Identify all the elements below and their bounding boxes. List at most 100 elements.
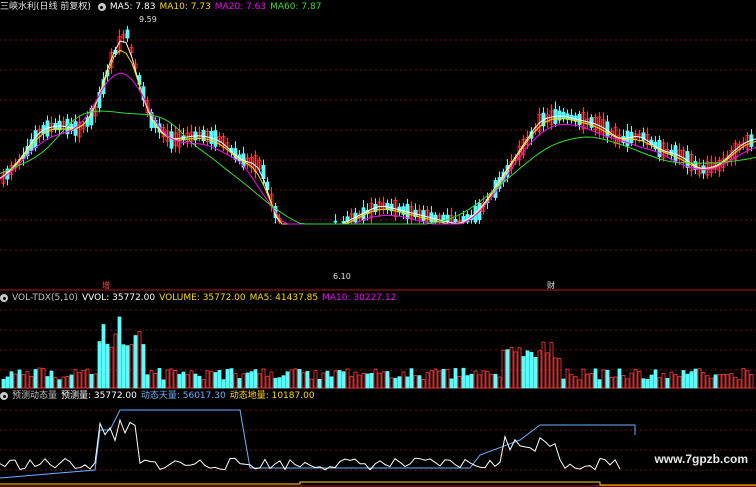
candle-body [169, 131, 174, 149]
volume-bar [9, 371, 14, 389]
volume-bar [129, 344, 134, 389]
volume-bar [605, 369, 610, 389]
volume-bar [309, 378, 314, 389]
ma10-value: MA10: 7.73 [159, 2, 211, 12]
volume-bar [53, 377, 58, 389]
volume-bar [461, 367, 466, 389]
volume-bar [137, 330, 142, 389]
gear-icon[interactable] [0, 392, 8, 400]
volume-bar [453, 368, 458, 389]
volume-bar [657, 377, 662, 389]
volume-bar [57, 379, 62, 389]
volume-bar [373, 368, 378, 389]
volume-bar [645, 379, 650, 389]
volume-bar [705, 375, 710, 389]
volume-bar [101, 324, 106, 389]
dynamic-low-volume-line [0, 481, 756, 486]
volume-bar [617, 368, 622, 389]
volume-bar [457, 375, 462, 389]
volume-bar [289, 369, 294, 389]
volume-bar [77, 372, 82, 389]
volume-bar [525, 350, 530, 389]
ma5-value: MA5: 7.83 [109, 2, 156, 12]
volume-bar [265, 375, 270, 389]
volume-bar [1, 379, 6, 389]
candle-body [333, 220, 338, 223]
volume-bar [169, 368, 174, 389]
high-price-label: 9.59 [139, 15, 157, 24]
volume-bar [369, 373, 374, 389]
volume-bar [593, 368, 598, 389]
volume-bar [685, 373, 690, 389]
volume-bar [133, 335, 138, 389]
volume-bar [433, 368, 438, 389]
volume-bar [125, 345, 130, 389]
volume-bar [585, 373, 590, 389]
volume-bar [201, 379, 206, 389]
volume-bar [689, 371, 694, 389]
volume-bar [533, 357, 538, 389]
volume-bar [285, 371, 290, 389]
volume-bar [61, 376, 66, 389]
volume-bar [217, 369, 222, 389]
dynamic-low-volume-value: 动态地量: 10187.00 [229, 391, 315, 401]
volume-bar [465, 375, 470, 389]
volume-bar [377, 372, 382, 389]
volume-bar [213, 372, 218, 389]
volume-bar [709, 377, 714, 389]
volume-bar [277, 377, 282, 389]
volume-bar [537, 350, 542, 389]
volume-bar [181, 371, 186, 389]
volume-bar [409, 368, 414, 389]
volume-bar [113, 333, 118, 389]
volume-bar [105, 343, 110, 389]
volume-bar [493, 373, 498, 389]
volume-bar [273, 377, 278, 389]
volume-bar [365, 373, 370, 389]
volume-bar [225, 369, 230, 389]
volume-bar [13, 373, 18, 389]
volume-bar [665, 377, 670, 389]
volume-bar [573, 376, 578, 389]
volume-bar [45, 376, 50, 389]
chart-canvas[interactable] [0, 0, 756, 487]
gear-icon[interactable] [97, 3, 106, 11]
volume-bar [73, 369, 78, 389]
volume-bar [329, 376, 334, 389]
volume-bar [93, 373, 98, 389]
volume-bar [417, 375, 422, 389]
volume-bar [637, 371, 642, 389]
volume-bar [21, 374, 26, 389]
candle-body [561, 111, 566, 120]
volume-bar [209, 370, 214, 389]
volume-bar [281, 375, 286, 389]
volume-bar [477, 374, 482, 389]
volume-bar [625, 378, 630, 389]
volume-bar [149, 370, 154, 389]
volume-bar [313, 370, 318, 389]
volume-bar [673, 373, 678, 389]
volume-panel-header: VOL-TDX(5,10) VVOL: 35772.00 VOLUME: 357… [0, 292, 400, 304]
ma20-line [0, 72, 756, 225]
volume-bar [393, 377, 398, 389]
volume-bar [541, 341, 546, 389]
volume-bar [65, 376, 70, 389]
dynamic-high-volume-line [0, 409, 636, 479]
vol-ma10-value: MA10: 30227.12 [322, 293, 397, 303]
volume-bar [621, 374, 626, 389]
volume-bar [749, 373, 754, 389]
vvol-value: VVOL: 35772.00 [82, 293, 156, 303]
gear-icon[interactable] [0, 294, 8, 302]
volume-bar [677, 375, 682, 389]
candle-body [445, 214, 450, 223]
indicator-panel-header: 预测动态量 预测量: 35772.00 动态天量: 56017.30 动态地量:… [0, 390, 319, 402]
volume-bar [357, 374, 362, 389]
volume-bar [205, 370, 210, 389]
volume-bar [413, 375, 418, 389]
volume-bar [529, 351, 534, 389]
volume-bar [629, 372, 634, 389]
stock-chart-window: 三峡水利(日线 前复权) MA5: 7.83 MA10: 7.73 MA20: … [0, 0, 756, 487]
volume-bar [693, 368, 698, 389]
volume-bar [253, 369, 258, 389]
volume-bar [117, 316, 122, 389]
